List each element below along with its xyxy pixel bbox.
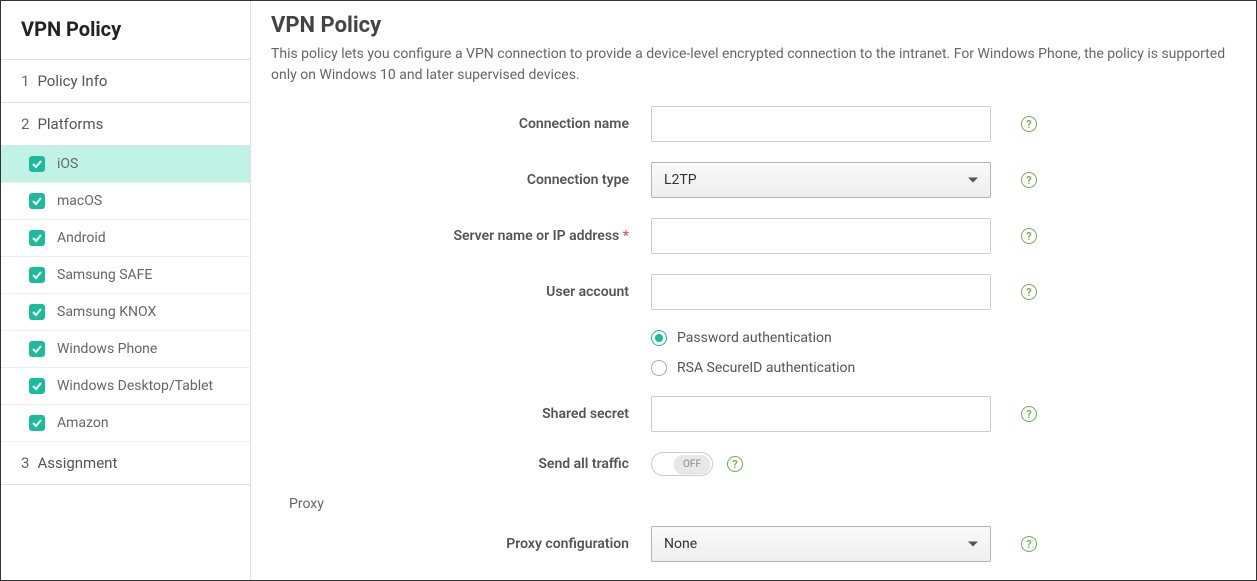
row-proxy-config: Proxy configuration None ? [271,526,1244,562]
platform-label: macOS [57,193,102,209]
password-auth-radio[interactable] [651,330,667,346]
platform-item-windows-desktop[interactable]: Windows Desktop/Tablet [1,368,250,405]
sidebar-title: VPN Policy [1,1,250,60]
help-icon[interactable]: ? [1021,172,1037,188]
shared-secret-input[interactable] [651,396,991,432]
connection-type-value: L2TP [664,172,697,188]
step-assignment[interactable]: 3 Assignment [1,442,250,485]
row-server: Server name or IP address * ? [271,218,1244,254]
proxy-config-value: None [664,536,697,552]
sidebar: VPN Policy 1 Policy Info 2 Platforms iOS… [1,1,251,580]
toggle-off-label: OFF [674,455,710,473]
step-label-assignment: Assignment [37,454,117,472]
send-all-toggle[interactable]: OFF [651,452,713,476]
platform-label: Windows Phone [57,341,157,357]
platform-item-amazon[interactable]: Amazon [1,405,250,442]
rsa-auth-label: RSA SecureID authentication [677,360,855,376]
server-input[interactable] [651,218,991,254]
help-icon[interactable]: ? [1021,228,1037,244]
connection-name-input[interactable] [651,106,991,142]
platform-label: Amazon [57,415,109,431]
row-auth-password: Password authentication [271,330,1244,346]
platform-item-samsung-safe[interactable]: Samsung SAFE [1,257,250,294]
checkbox-icon [29,230,45,246]
row-auth-rsa: RSA SecureID authentication [271,360,1244,376]
label-shared-secret: Shared secret [271,406,651,422]
help-icon[interactable]: ? [727,456,743,472]
password-auth-label: Password authentication [677,330,832,346]
checkbox-icon [29,267,45,283]
chevron-down-icon [968,178,978,183]
row-connection-name: Connection name ? [271,106,1244,142]
help-icon[interactable]: ? [1021,284,1037,300]
platform-item-windows-phone[interactable]: Windows Phone [1,331,250,368]
rsa-auth-radio[interactable] [651,360,667,376]
label-proxy-config: Proxy configuration [271,536,651,552]
connection-type-select[interactable]: L2TP [651,162,991,198]
label-send-all: Send all traffic [271,456,651,472]
page-description: This policy lets you configure a VPN con… [271,44,1244,86]
checkbox-icon [29,415,45,431]
label-connection-type: Connection type [271,172,651,188]
step-num-1: 1 [21,72,29,90]
label-server-text: Server name or IP address [453,228,619,244]
label-user-account: User account [271,284,651,300]
label-server: Server name or IP address * [271,228,651,244]
help-icon[interactable]: ? [1021,536,1037,552]
platform-label: Android [57,230,106,246]
step-platforms[interactable]: 2 Platforms [1,103,250,146]
platform-label: iOS [57,156,78,172]
platform-item-ios[interactable]: iOS [1,146,250,183]
main-panel: VPN Policy This policy lets you configur… [251,1,1256,580]
step-num-2: 2 [21,115,29,133]
row-user-account: User account ? [271,274,1244,310]
help-icon[interactable]: ? [1021,406,1037,422]
label-connection-name: Connection name [271,116,651,132]
help-icon[interactable]: ? [1021,116,1037,132]
chevron-down-icon [968,542,978,547]
platform-label: Samsung SAFE [57,267,152,283]
checkbox-icon [29,304,45,320]
checkbox-icon [29,341,45,357]
platform-item-samsung-knox[interactable]: Samsung KNOX [1,294,250,331]
proxy-section-label: Proxy [289,496,1244,512]
checkbox-icon [29,193,45,209]
platform-label: Samsung KNOX [57,304,156,320]
checkbox-icon [29,378,45,394]
row-connection-type: Connection type L2TP ? [271,162,1244,198]
row-send-all: Send all traffic OFF ? [271,452,1244,476]
proxy-config-select[interactable]: None [651,526,991,562]
row-shared-secret: Shared secret ? [271,396,1244,432]
checkbox-icon [29,156,45,172]
platform-label: Windows Desktop/Tablet [57,378,213,394]
user-account-input[interactable] [651,274,991,310]
step-num-3: 3 [21,454,29,472]
platform-item-android[interactable]: Android [1,220,250,257]
step-label-policy-info: Policy Info [37,72,107,90]
step-policy-info[interactable]: 1 Policy Info [1,60,250,103]
page-title: VPN Policy [271,13,1244,38]
step-label-platforms: Platforms [37,115,103,133]
required-asterisk: * [623,228,629,244]
platform-item-macos[interactable]: macOS [1,183,250,220]
